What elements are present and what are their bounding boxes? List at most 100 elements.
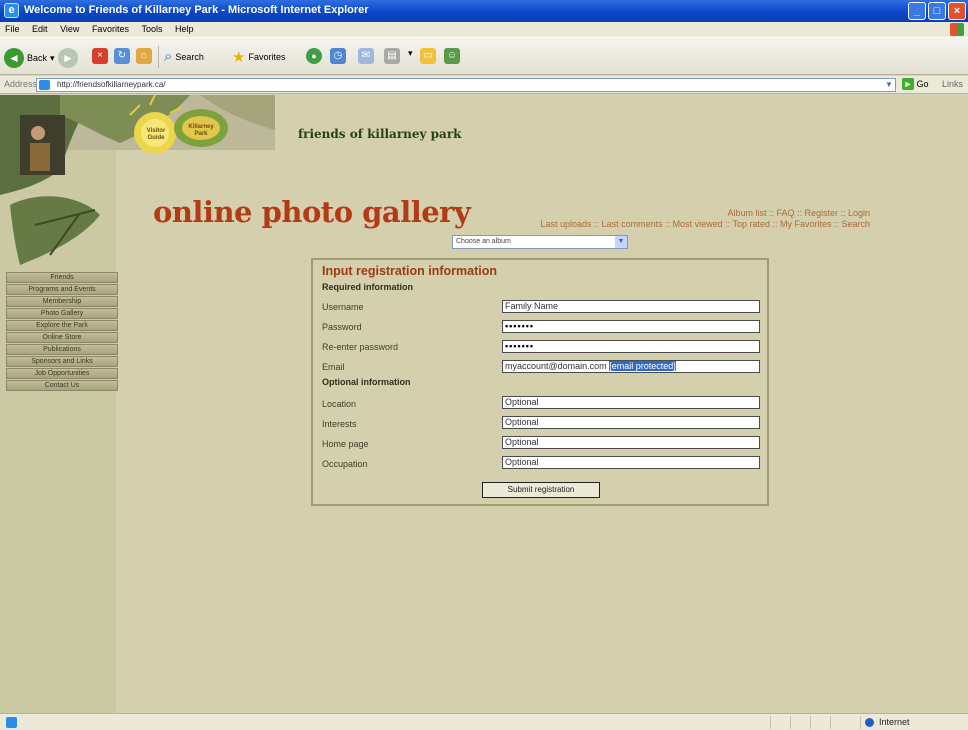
chevron-down-icon: ▾ bbox=[50, 52, 55, 63]
nav-item-photo-gallery[interactable]: Photo Gallery bbox=[6, 308, 118, 319]
nav-item-contact[interactable]: Contact Us bbox=[6, 380, 118, 391]
globe-icon bbox=[865, 718, 874, 727]
status-cell bbox=[830, 716, 848, 729]
favorites-label: Favorites bbox=[248, 52, 286, 62]
reenter-password-label: Re-enter password bbox=[322, 342, 399, 352]
location-input[interactable]: Optional bbox=[502, 396, 760, 409]
toolbar-separator bbox=[158, 46, 159, 68]
status-cell bbox=[810, 716, 828, 729]
password-label: Password bbox=[322, 322, 362, 332]
close-button[interactable]: × bbox=[948, 2, 966, 20]
menu-help[interactable]: Help bbox=[170, 22, 199, 34]
history-icon: ◷ bbox=[330, 48, 346, 64]
gallery-nav-links: Album list :: FAQ :: Register :: Login L… bbox=[440, 208, 870, 230]
go-label: Go bbox=[916, 79, 929, 89]
chevron-down-icon: ▾ bbox=[408, 48, 413, 58]
address-input[interactable]: http://friendsofkillarneypark.ca/ ▼ bbox=[36, 78, 896, 92]
toplinks-row-1[interactable]: Album list :: FAQ :: Register :: Login bbox=[440, 208, 870, 219]
back-button[interactable]: ◄ Back ▾ bbox=[4, 48, 55, 68]
foliage-header-image bbox=[0, 95, 275, 265]
address-bar: Address http://friendsofkillarneypark.ca… bbox=[0, 76, 968, 94]
menu-tools[interactable]: Tools bbox=[136, 22, 167, 34]
location-label: Location bbox=[322, 399, 357, 409]
interests-label: Interests bbox=[322, 419, 357, 429]
edit-button[interactable]: ▾ bbox=[408, 48, 413, 59]
messenger-button[interactable]: ☺ bbox=[444, 48, 460, 64]
form-title: Input registration information bbox=[322, 264, 497, 278]
address-label: Address bbox=[4, 79, 38, 89]
window-title: Welcome to Friends of Killarney Park - M… bbox=[24, 4, 369, 16]
go-button[interactable]: ► Go bbox=[902, 78, 932, 92]
menu-edit[interactable]: Edit bbox=[27, 22, 53, 34]
maximize-button[interactable]: □ bbox=[928, 2, 946, 20]
status-cell bbox=[770, 716, 788, 729]
refresh-icon: ↻ bbox=[114, 48, 130, 64]
homepage-input[interactable]: Optional bbox=[502, 436, 760, 449]
forward-button[interactable]: ► bbox=[58, 48, 78, 68]
refresh-button[interactable]: ↻ bbox=[114, 48, 130, 64]
homepage-label: Home page bbox=[322, 439, 369, 449]
reenter-password-input[interactable]: ••••••• bbox=[502, 340, 760, 353]
search-button[interactable]: ⌕ Search bbox=[164, 48, 204, 65]
username-input[interactable]: Family Name bbox=[502, 300, 760, 313]
favorites-button[interactable]: ★ Favorites bbox=[232, 48, 285, 66]
stop-icon: × bbox=[92, 48, 108, 64]
status-cell bbox=[790, 716, 808, 729]
password-input[interactable]: ••••••• bbox=[502, 320, 760, 333]
album-select[interactable]: Choose an album ▼ bbox=[452, 235, 628, 249]
menu-bar: File Edit View Favorites Tools Help bbox=[0, 22, 968, 37]
email-value: myaccount@domain.com bbox=[505, 361, 607, 371]
leaf-badge-label: Killarney Park bbox=[188, 124, 214, 137]
nav-item-sponsors[interactable]: Sponsors and Links bbox=[6, 356, 118, 367]
nav-item-publications[interactable]: Publications bbox=[6, 344, 118, 355]
site-title: friends of killarney park bbox=[298, 127, 462, 141]
nav-item-jobs[interactable]: Job Opportunities bbox=[6, 368, 118, 379]
nav-item-friends[interactable]: Friends bbox=[6, 272, 118, 283]
submit-registration-button[interactable]: Submit registration bbox=[482, 482, 600, 498]
star-icon: ★ bbox=[232, 49, 246, 66]
required-header: Required information bbox=[322, 282, 414, 292]
media-button[interactable]: ● bbox=[306, 48, 322, 64]
album-select-value: Choose an album bbox=[456, 238, 511, 245]
toplinks-row-2[interactable]: Last uploads :: Last comments :: Most vi… bbox=[440, 219, 870, 230]
chevron-down-icon: ▼ bbox=[615, 236, 627, 248]
status-bar: Internet bbox=[0, 713, 968, 730]
home-icon: ⌂ bbox=[136, 48, 152, 64]
page-icon bbox=[39, 80, 50, 90]
menu-favorites[interactable]: Favorites bbox=[87, 22, 134, 34]
optional-header: Optional information bbox=[322, 377, 411, 387]
folder-icon: ▭ bbox=[420, 48, 436, 64]
window-title-bar: e Welcome to Friends of Killarney Park -… bbox=[0, 0, 968, 22]
go-arrow-icon: ► bbox=[902, 78, 914, 90]
stop-button[interactable]: × bbox=[92, 48, 108, 64]
home-button[interactable]: ⌂ bbox=[136, 48, 152, 64]
security-zone: Internet bbox=[860, 716, 964, 729]
nav-item-programs[interactable]: Programs and Events bbox=[6, 284, 118, 295]
windows-logo-icon bbox=[950, 23, 964, 36]
menu-view[interactable]: View bbox=[55, 22, 84, 34]
page-status-icon bbox=[6, 717, 17, 728]
username-label: Username bbox=[322, 302, 364, 312]
history-button[interactable]: ◷ bbox=[330, 48, 346, 64]
print-button[interactable]: ▤ bbox=[384, 48, 400, 64]
nav-item-membership[interactable]: Membership bbox=[6, 296, 118, 307]
menu-file[interactable]: File bbox=[0, 22, 25, 34]
print-icon: ▤ bbox=[384, 48, 400, 64]
occupation-input[interactable]: Optional bbox=[502, 456, 760, 469]
chevron-down-icon[interactable]: ▼ bbox=[883, 79, 895, 91]
web-page: Visitor Guide Killarney Park friends of … bbox=[0, 95, 968, 713]
site-nav: Friends Programs and Events Membership P… bbox=[6, 272, 118, 392]
folder-button[interactable]: ▭ bbox=[420, 48, 436, 64]
mail-button[interactable]: ✉ bbox=[358, 48, 374, 64]
links-label[interactable]: Links bbox=[942, 79, 963, 89]
interests-input[interactable]: Optional bbox=[502, 416, 760, 429]
email-input[interactable]: myaccount@domain.com [email protected] bbox=[502, 360, 760, 373]
back-arrow-icon: ◄ bbox=[4, 48, 24, 68]
email-selected-text: [email protected] bbox=[609, 361, 676, 371]
minimize-button[interactable]: _ bbox=[908, 2, 926, 20]
sun-badge-label: Visitor Guide bbox=[146, 128, 166, 141]
nav-item-online-store[interactable]: Online Store bbox=[6, 332, 118, 343]
nav-item-explore[interactable]: Explore the Park bbox=[6, 320, 118, 331]
search-icon: ⌕ bbox=[164, 48, 173, 65]
gallery-title: online photo gallery bbox=[153, 195, 471, 229]
